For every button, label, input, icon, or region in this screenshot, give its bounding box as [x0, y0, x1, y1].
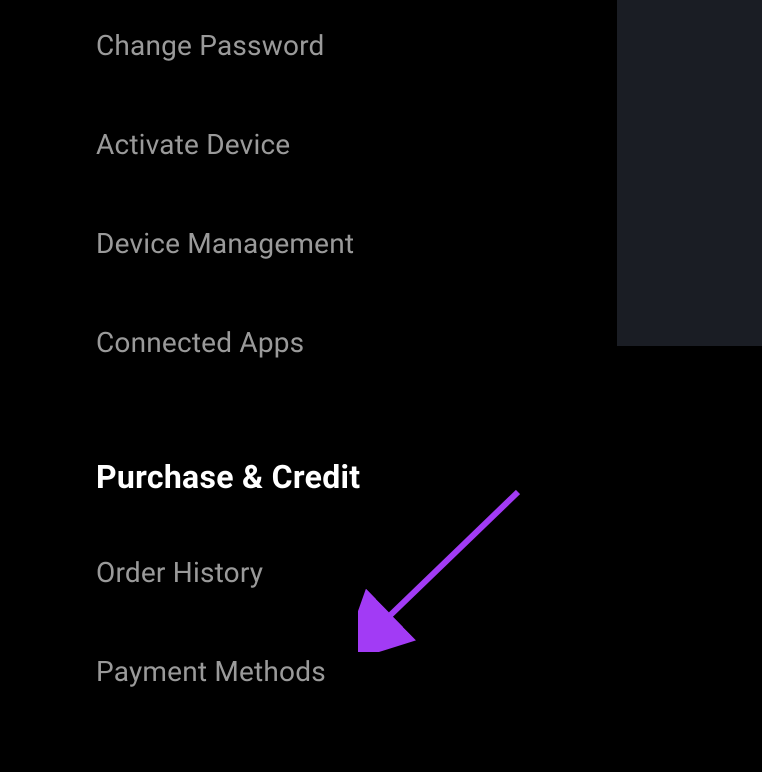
menu-item-payment-methods[interactable]: Payment Methods [96, 655, 762, 688]
right-side-panel [617, 0, 762, 346]
section-header-purchase-credit: Purchase & Credit [96, 458, 762, 496]
menu-item-order-history[interactable]: Order History [96, 556, 762, 589]
